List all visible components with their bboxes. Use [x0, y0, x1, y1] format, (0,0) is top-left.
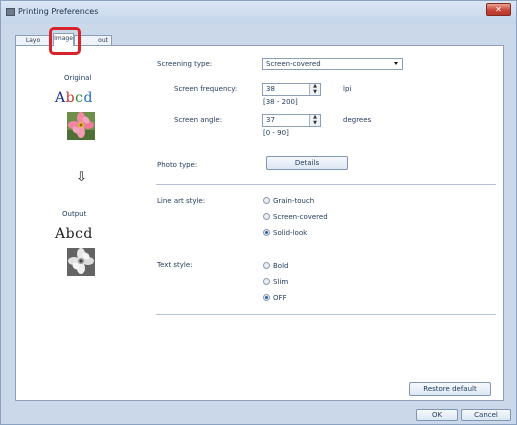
- text-style-option-off[interactable]: OFF: [263, 293, 287, 302]
- printer-icon: [6, 8, 15, 16]
- cancel-button[interactable]: Cancel: [461, 409, 511, 421]
- down-arrow-icon: ⇩: [76, 170, 87, 185]
- output-flower-image: [67, 248, 95, 276]
- original-label: Original: [64, 74, 92, 82]
- photo-type-label: Photo type:: [157, 161, 198, 169]
- screen-angle-range: [0 - 90]: [263, 129, 289, 137]
- screen-angle-value: 37: [266, 116, 275, 124]
- chevron-down-icon: [394, 62, 398, 65]
- screen-frequency-label: Screen frequency:: [174, 85, 238, 93]
- close-button[interactable]: ✕: [486, 3, 511, 16]
- radio-button[interactable]: [263, 277, 270, 285]
- text-style-option-slim[interactable]: Slim: [263, 277, 288, 286]
- spinner-arrows-icon[interactable]: ▲ ▼: [309, 83, 320, 95]
- restore-default-button[interactable]: Restore default: [409, 382, 491, 396]
- screening-type-label: Screening type:: [157, 60, 213, 68]
- screening-type-value: Screen-covered: [266, 60, 321, 68]
- screen-frequency-range: [38 - 200]: [263, 98, 298, 106]
- screen-frequency-spinner[interactable]: 38 ▲ ▼: [262, 83, 321, 96]
- line-art-style-label: Line art style:: [157, 197, 206, 205]
- radio-button[interactable]: [263, 261, 270, 269]
- title-bar: Printing Preferences ✕: [1, 1, 516, 24]
- tab-highlight-box: [49, 27, 81, 55]
- screen-angle-spinner[interactable]: 37 ▲ ▼: [262, 114, 321, 127]
- screen-angle-label: Screen angle:: [174, 116, 223, 124]
- screen-frequency-value: 38: [266, 85, 275, 93]
- window-title: Printing Preferences: [18, 7, 99, 16]
- screen-frequency-unit: lpi: [343, 85, 352, 93]
- original-flower-image: [67, 112, 95, 140]
- ok-button[interactable]: OK: [416, 409, 458, 421]
- details-button[interactable]: Details: [266, 156, 348, 170]
- line-art-option-solid-look[interactable]: Solid-look: [263, 228, 307, 237]
- image-settings-panel: Original Abcd ⇩ Output Abcd: [15, 45, 504, 401]
- sample-letter: d: [83, 90, 93, 106]
- output-label: Output: [62, 210, 87, 218]
- radio-button[interactable]: [263, 196, 270, 204]
- divider: [156, 184, 496, 185]
- line-art-option-grain-touch[interactable]: Grain-touch: [263, 196, 314, 205]
- sample-letter: A: [55, 90, 66, 106]
- divider: [156, 314, 496, 315]
- spinner-arrows-icon[interactable]: ▲ ▼: [309, 114, 320, 126]
- screening-type-select[interactable]: Screen-covered: [262, 58, 403, 70]
- output-abcd-sample: Abcd: [55, 226, 93, 242]
- printing-preferences-window: Printing Preferences ✕ Layo Image out Or…: [0, 0, 517, 425]
- radio-button-selected[interactable]: [263, 293, 270, 301]
- radio-button[interactable]: [263, 212, 270, 220]
- text-style-option-bold[interactable]: Bold: [263, 261, 288, 270]
- text-style-label: Text style:: [157, 261, 193, 269]
- screen-angle-unit: degrees: [343, 116, 372, 124]
- original-abcd-sample: Abcd: [55, 90, 93, 106]
- sample-letter: b: [65, 90, 76, 106]
- line-art-option-screen-covered[interactable]: Screen-covered: [263, 212, 328, 221]
- radio-button-selected[interactable]: [263, 228, 270, 236]
